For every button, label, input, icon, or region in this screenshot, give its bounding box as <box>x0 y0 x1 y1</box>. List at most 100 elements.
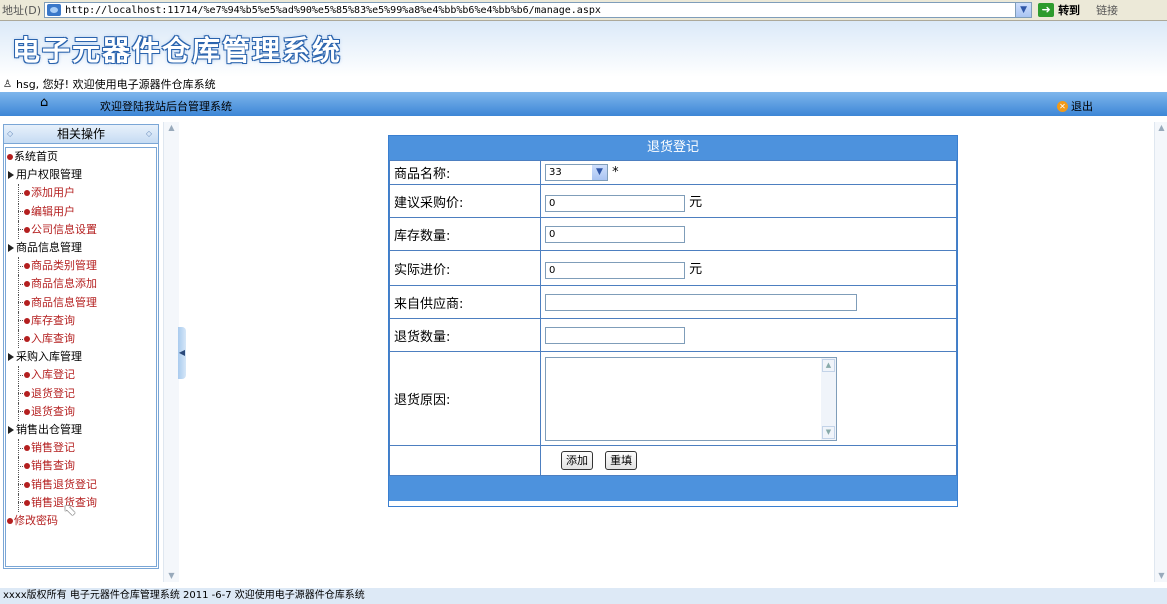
sidebar-item[interactable]: 修改密码 <box>6 512 156 530</box>
bullet-icon <box>24 445 30 452</box>
bullet-icon <box>24 372 30 379</box>
sidebar-group[interactable]: 采购入库管理 <box>6 348 156 366</box>
sidebar-item[interactable]: 商品信息添加 <box>6 275 156 294</box>
sidebar-item-label: 销售出仓管理 <box>16 423 82 437</box>
sidebar-group[interactable]: 销售出仓管理 <box>6 421 156 439</box>
address-dropdown-icon[interactable]: ▼ <box>1015 3 1032 17</box>
supplier-input[interactable] <box>545 293 857 311</box>
bullet-icon <box>7 518 13 525</box>
bullet-icon <box>24 190 30 197</box>
return-qty-input[interactable] <box>545 326 685 344</box>
sidebar-item[interactable]: 销售登记 <box>6 439 156 458</box>
header-corner-icon: ◇ <box>145 129 152 138</box>
tree-connector <box>18 411 23 413</box>
sidebar-item[interactable]: 系统首页 <box>6 148 156 166</box>
system-title: 电子元器件仓库管理系统 <box>12 34 343 67</box>
form-footer-bar <box>389 476 957 501</box>
address-url[interactable]: http://localhost:11714/%e7%94%b5%e5%ad%9… <box>65 5 1015 16</box>
scroll-up-icon[interactable]: ▲ <box>822 358 835 372</box>
bullet-icon <box>24 390 30 397</box>
bullet-icon <box>24 408 30 415</box>
textarea-scrollbar[interactable]: ▲ ▼ <box>821 357 836 440</box>
sidebar-item-label: 采购入库管理 <box>16 350 82 364</box>
sidebar-item-label: 用户权限管理 <box>16 168 82 182</box>
tree-connector <box>18 265 23 267</box>
scroll-up-icon[interactable]: ▲ <box>164 122 179 134</box>
reason-textarea[interactable]: ▲ ▼ <box>545 356 837 441</box>
sidebar-group[interactable]: 商品信息管理 <box>6 239 156 257</box>
tree-connector <box>18 192 23 194</box>
suggested-price-input[interactable] <box>545 194 685 212</box>
logout-link[interactable]: ✕ 退出 <box>1057 98 1093 114</box>
bullet-icon <box>24 226 30 233</box>
sidebar-item[interactable]: 商品类别管理 <box>6 257 156 276</box>
tree-connector <box>18 502 23 504</box>
sidebar-item[interactable]: 商品信息管理 <box>6 293 156 312</box>
sidebar-item[interactable]: 退货查询 <box>6 402 156 422</box>
tree-connector <box>18 393 23 395</box>
actual-price-input[interactable] <box>545 261 685 279</box>
sidebar-item[interactable]: 库存查询 <box>6 311 156 331</box>
return-qty-label: 退货数量: <box>389 318 541 352</box>
sidebar-item[interactable]: 添加用户 <box>6 184 156 203</box>
sidebar-header-label: 相关操作 <box>56 127 105 141</box>
stock-label: 库存数量: <box>389 217 541 251</box>
sidebar-item-label: 编辑用户 <box>31 204 75 218</box>
sidebar-scrollbar[interactable]: ▲ ▼ <box>163 122 179 582</box>
go-label: 转到 <box>1058 4 1081 17</box>
nav-bar: ⌂ 欢迎登陆我站后台管理系统 ✕ 退出 <box>0 92 1167 116</box>
tree-connector <box>18 338 23 340</box>
product-name-select[interactable]: 33 ▼ <box>545 164 608 181</box>
home-icon[interactable]: ⌂ <box>40 95 48 110</box>
sidebar-item-label: 商品信息管理 <box>31 295 97 309</box>
sidebar-item[interactable]: 销售退货登记 <box>6 475 156 494</box>
product-name-label: 商品名称: <box>389 160 541 185</box>
sidebar-item[interactable]: 销售退货查询 <box>6 493 156 513</box>
sidebar-item[interactable]: 公司信息设置 <box>6 220 156 240</box>
bullet-icon <box>24 281 30 288</box>
sidebar-header: ◇ 相关操作 ◇ <box>4 125 158 144</box>
add-button[interactable]: 添加 <box>561 451 593 470</box>
tree-connector <box>18 302 23 304</box>
go-button[interactable]: ➜ 转到 <box>1038 2 1080 18</box>
tree-connector <box>18 320 23 322</box>
header-corner-icon: ◇ <box>7 129 14 138</box>
tree-connector <box>18 447 23 449</box>
form-table: 商品名称: 33 ▼ * 建议采购价: 元 库存数量: 实际进价: <box>389 160 957 476</box>
main-scrollbar[interactable]: ▲ ▼ <box>1154 122 1167 582</box>
user-bar: ♙ hsg, 您好! 欢迎使用电子源器件仓库系统 <box>0 77 1167 91</box>
sidebar-item-label: 退货登记 <box>31 386 75 400</box>
expand-arrow-icon <box>8 171 14 180</box>
banner: 电子元器件仓库管理系统 <box>0 21 1167 77</box>
tree-connector <box>18 484 23 486</box>
stock-input[interactable] <box>545 225 685 243</box>
sidebar-item[interactable]: 入库登记 <box>6 366 156 385</box>
sidebar-item[interactable]: 入库查询 <box>6 330 156 349</box>
sidebar-item-label: 入库查询 <box>31 332 75 346</box>
links-button[interactable]: 链接 <box>1096 2 1118 18</box>
address-field[interactable]: http://localhost:11714/%e7%94%b5%e5%ad%9… <box>44 2 1033 18</box>
sidebar-item[interactable]: 销售查询 <box>6 457 156 476</box>
welcome-text: 欢迎登陆我站后台管理系统 <box>100 100 232 113</box>
reason-label: 退货原因: <box>389 351 541 446</box>
sidebar-group[interactable]: 用户权限管理 <box>6 166 156 184</box>
logout-label: 退出 <box>1071 100 1093 113</box>
supplier-label: 来自供应商: <box>389 285 541 319</box>
sidebar-toggle-button[interactable]: ◀ <box>178 327 186 379</box>
sidebar-item-label: 库存查询 <box>31 313 75 327</box>
scroll-up-icon[interactable]: ▲ <box>1155 122 1167 134</box>
return-form: 退货登记 商品名称: 33 ▼ * 建议采购价: 元 库存数量: 实际进价: <box>388 135 958 507</box>
bullet-icon <box>24 317 30 324</box>
reset-button[interactable]: 重填 <box>605 451 638 470</box>
mouse-cursor-icon: ⬉ <box>63 500 77 519</box>
expand-arrow-icon <box>8 426 14 435</box>
user-greeting: hsg, 您好! 欢迎使用电子源器件仓库系统 <box>16 78 216 91</box>
sidebar-item[interactable]: 编辑用户 <box>6 202 156 221</box>
bullet-icon <box>24 499 30 506</box>
scroll-down-icon[interactable]: ▼ <box>164 570 179 582</box>
sidebar-item[interactable]: 退货登记 <box>6 384 156 403</box>
scroll-down-icon[interactable]: ▼ <box>1155 570 1167 582</box>
tree-connector <box>18 374 23 376</box>
user-icon: ♙ <box>3 78 12 90</box>
scroll-down-icon[interactable]: ▼ <box>822 425 835 439</box>
